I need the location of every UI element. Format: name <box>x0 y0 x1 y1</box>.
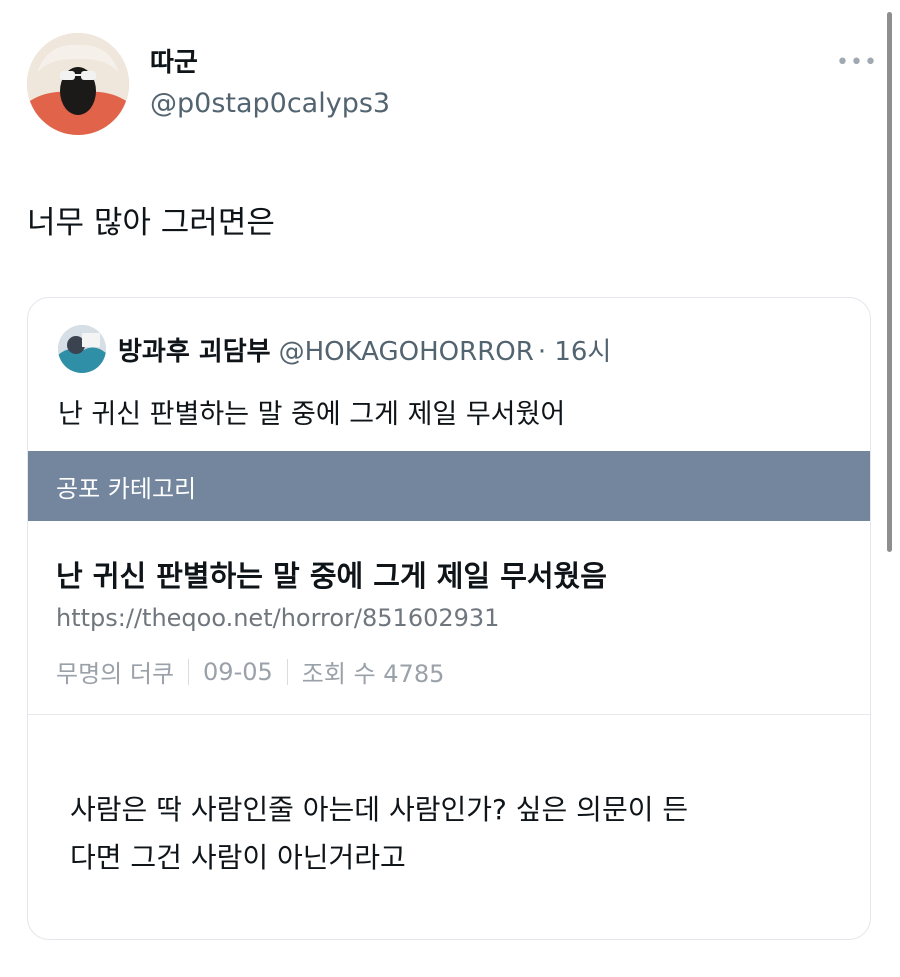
quoted-author-name: 방과후 괴담부 <box>118 337 271 367</box>
author-name[interactable]: 따군 <box>150 42 198 79</box>
meta-divider <box>286 658 288 685</box>
author-avatar[interactable] <box>27 33 129 135</box>
scrollbar[interactable] <box>887 12 892 552</box>
more-horizontal-icon[interactable]: ••• <box>836 50 878 75</box>
quoted-text: 난 귀신 판별하는 말 중에 그게 제일 무서웠어 <box>58 399 566 430</box>
post-body-line: 사람은 딱 사람인줄 아는데 사람인가? 싶은 의문이 든 <box>70 793 689 826</box>
post-url[interactable]: https://theqoo.net/horror/851602931 <box>56 604 499 632</box>
tweet-text: 너무 많아 그러면은 <box>27 205 275 241</box>
quoted-time: · 16시 <box>537 337 612 367</box>
quoted-header: 방과후 괴담부 @HOKAGOHORROR · 16시 <box>118 331 611 368</box>
category-bar: 공포 카테고리 <box>28 451 870 521</box>
quoted-tweet[interactable]: 방과후 괴담부 @HOKAGOHORROR · 16시 난 귀신 판별하는 말 중에… <box>27 297 871 940</box>
meta-divider <box>188 658 190 685</box>
post-views: 조회 수 4785 <box>301 660 445 688</box>
post-date: 09-05 <box>203 657 273 686</box>
post-body-line: 다면 그건 사람이 아닌거라고 <box>70 841 406 874</box>
quoted-author-handle: @HOKAGOHORROR <box>278 337 534 367</box>
post-meta: 무명의 더쿠 09-05 조회 수 4785 <box>56 654 444 689</box>
post-title: 난 귀신 판별하는 말 중에 그게 제일 무서웠음 <box>56 559 607 593</box>
post-body: 사람은 딱 사람인줄 아는데 사람인가? 싶은 의문이 든 다면 그건 사람이 … <box>70 786 850 882</box>
category-label: 공포 카테고리 <box>56 474 197 503</box>
author-handle[interactable]: @p0stap0calyps3 <box>150 88 390 119</box>
quoted-avatar-image <box>58 325 106 373</box>
avatar-image <box>27 33 129 135</box>
quoted-author-avatar <box>58 325 106 373</box>
post-author: 무명의 더쿠 <box>56 660 175 688</box>
divider <box>28 714 870 715</box>
